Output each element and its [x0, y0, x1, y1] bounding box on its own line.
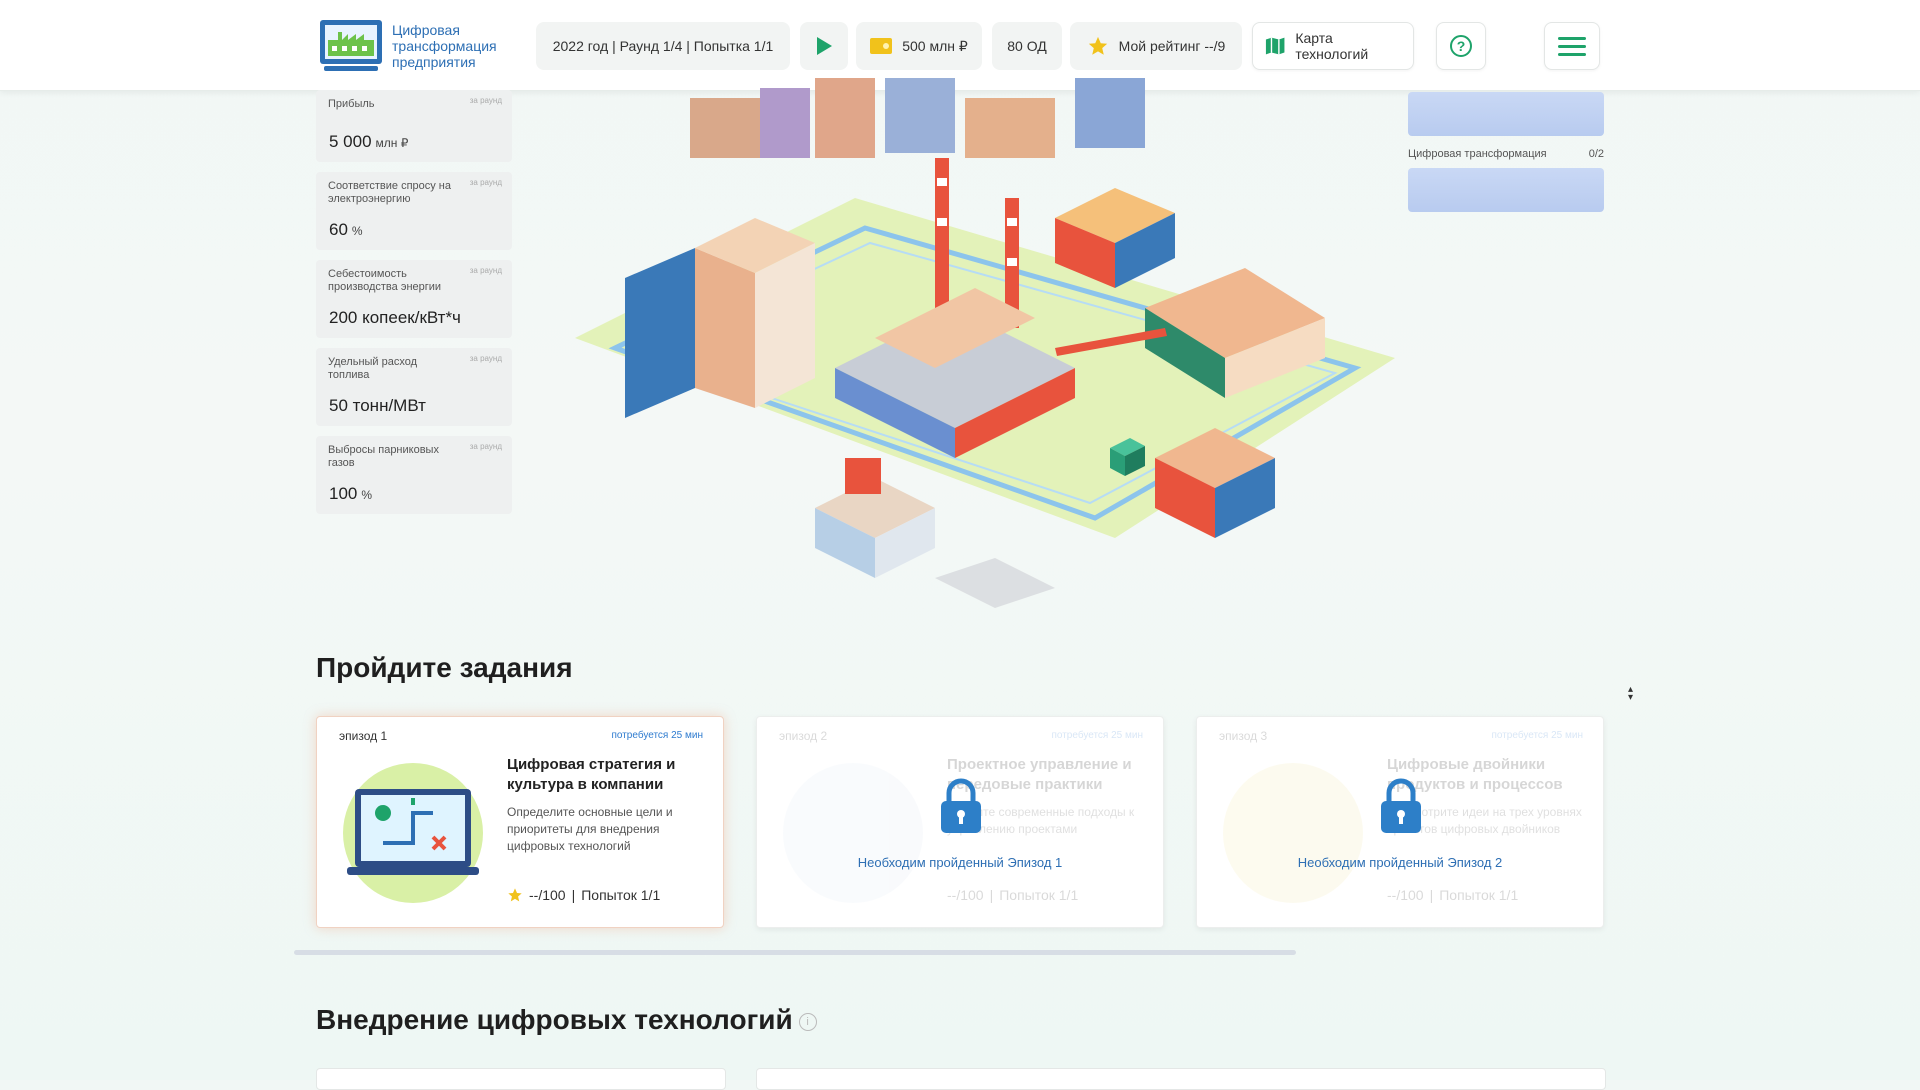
episode-illustration [343, 763, 483, 903]
episode-illustration [783, 763, 923, 903]
metric-fuel: Удельный расход топлива за раунд 50 тонн… [316, 348, 512, 426]
episode-label: эпизод 1 [339, 729, 388, 743]
metric-label: Соответствие спросу на электроэнергию [328, 180, 452, 205]
menu-button[interactable] [1544, 22, 1600, 70]
metric-label: Прибыль [328, 98, 375, 110]
metric-value: 200 копеек/кВт*ч [329, 308, 461, 327]
scroll-arrows-icon[interactable]: ▴ ▾ [1628, 685, 1633, 703]
od-display: 80 ОД [992, 22, 1062, 70]
star-icon [1088, 36, 1107, 55]
episode-card-2[interactable]: эпизод 2 потребуется 25 мин Проектное уп… [756, 716, 1164, 928]
metric-value: 60% [329, 220, 363, 239]
episode-card-1[interactable]: эпизод 1 потребуется 25 мин Цифровая стр… [316, 716, 724, 928]
episode-illustration [1223, 763, 1363, 903]
money-icon [870, 38, 893, 54]
rating-label: Мой рейтинг --/9 [1118, 38, 1226, 54]
episode-label: эпизод 2 [779, 729, 828, 743]
lock-icon [941, 778, 981, 833]
separator: | [989, 887, 994, 903]
metric-cost: Себестоимость производства энергии за ра… [316, 260, 512, 338]
play-icon [816, 37, 832, 55]
metric-label: Удельный расход топлива [328, 356, 418, 381]
metric-tag: за раунд [469, 178, 502, 187]
metric-label: Выбросы парниковых газов [328, 444, 439, 469]
lock-message: Необходим пройденный Эпизод 2 [1297, 855, 1503, 870]
star-icon [508, 888, 522, 902]
episode-score: --/100 [947, 887, 984, 903]
metric-profit: Прибыль за раунд 5 000 млн ₽ [316, 90, 512, 162]
metric-value: 100% [329, 484, 373, 503]
power-plant-illustration [575, 78, 1395, 608]
episode-score: --/100 [1387, 887, 1424, 903]
episode-score: --/100 [529, 887, 566, 903]
separator: | [1429, 887, 1434, 903]
metric-value: 50 тонн/МВт [329, 396, 426, 415]
digital-transformation-label: Цифровая трансформация 0/2 [1408, 148, 1604, 160]
episode-footer: --/100 | Попыток 1/1 [1387, 887, 1518, 903]
episode-time: потребуется 25 мин [1491, 730, 1583, 741]
tech-section-title: Внедрение цифровых технологий i [316, 1004, 817, 1036]
tech-map-label: Карта технологий [1295, 30, 1369, 62]
metric-tag: за раунд [469, 266, 502, 275]
episode-attempts: Попыток 1/1 [581, 887, 661, 903]
help-button[interactable]: ? [1436, 22, 1486, 70]
tasks-title: Пройдите задания [316, 652, 573, 683]
map-icon [1265, 37, 1285, 55]
round-info-text: 2022 год | Раунд 1/4 | Попытка 1/1 [552, 38, 774, 54]
tech-card-2[interactable] [756, 1068, 1606, 1090]
episode-time: потребуется 25 мин [1051, 730, 1143, 741]
episode-card-3[interactable]: эпизод 3 потребуется 25 мин Цифровые дво… [1196, 716, 1604, 928]
metric-tag: за раунд [469, 354, 502, 363]
tech-map-button[interactable]: Карта технологий [1252, 22, 1414, 70]
episode-label: эпизод 3 [1219, 729, 1268, 743]
episode-attempts: Попыток 1/1 [1439, 887, 1519, 903]
progress-block-2[interactable] [1408, 168, 1604, 212]
episode-attempts: Попыток 1/1 [999, 887, 1079, 903]
horizontal-scrollbar[interactable] [294, 950, 1296, 955]
hamburger-icon [1558, 36, 1586, 56]
lock-icon [1381, 778, 1421, 833]
info-icon[interactable]: i [798, 1012, 817, 1031]
money-value: 500 млн ₽ [902, 37, 968, 54]
app-title[interactable]: Цифровая трансформация предприятия [392, 22, 512, 70]
episode-title: Цифровая стратегия и культура в компании [507, 756, 676, 793]
factory-logo-icon[interactable] [318, 18, 384, 72]
laptop-strategy-icon [347, 789, 479, 875]
money-display: 500 млн ₽ [856, 22, 982, 70]
progress-block-1[interactable] [1408, 92, 1604, 136]
episode-description: Определите основные цели и приоритеты дл… [507, 805, 673, 853]
od-value: 80 ОД [1007, 38, 1047, 54]
metric-value: 5 000 млн ₽ [329, 132, 409, 151]
tech-card-1[interactable] [316, 1068, 726, 1090]
round-info: 2022 год | Раунд 1/4 | Попытка 1/1 [536, 22, 790, 70]
lock-message: Необходим пройденный Эпизод 1 [857, 855, 1063, 870]
separator: | [571, 887, 576, 903]
rating-button[interactable]: Мой рейтинг --/9 [1070, 22, 1242, 70]
episode-footer: --/100 | Попыток 1/1 [947, 887, 1078, 903]
digital-transformation-count: 0/2 [1588, 148, 1604, 160]
metric-tag: за раунд [469, 442, 502, 451]
episode-time: потребуется 25 мин [611, 730, 703, 741]
metric-tag: за раунд [469, 96, 502, 105]
metric-demand: Соответствие спросу на электроэнергию за… [316, 172, 512, 250]
episode-footer: --/100 | Попыток 1/1 [507, 887, 660, 903]
help-icon: ? [1450, 35, 1472, 57]
metric-label: Себестоимость производства энергии [328, 268, 442, 293]
play-button[interactable] [800, 22, 848, 70]
metric-emissions: Выбросы парниковых газов за раунд 100% [316, 436, 512, 514]
